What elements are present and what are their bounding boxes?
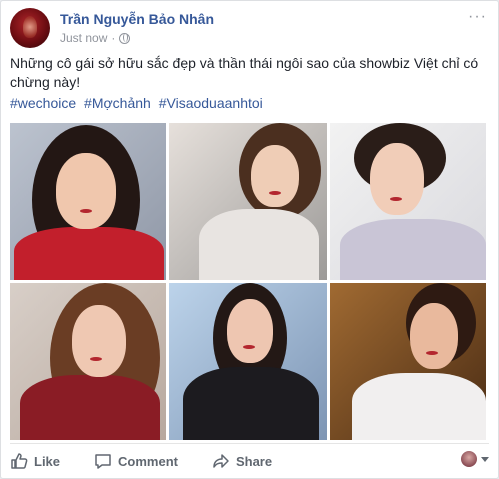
photo-tile[interactable] — [10, 283, 166, 440]
chevron-down-icon — [481, 456, 489, 462]
comment-button[interactable]: Comment — [94, 452, 178, 470]
share-button[interactable]: Share — [212, 452, 272, 470]
hashtag-link[interactable]: #Mợchảnh — [84, 95, 151, 111]
action-bar: Like Comment Share — [10, 448, 489, 474]
action-divider — [10, 443, 489, 444]
photo-tile[interactable] — [10, 123, 166, 280]
more-options-icon[interactable]: ··· — [468, 8, 487, 26]
photo-tile[interactable] — [169, 123, 327, 280]
share-arrow-icon — [213, 454, 229, 468]
post-as-selector[interactable] — [461, 451, 489, 467]
user-avatar — [461, 451, 477, 467]
share-label: Share — [235, 453, 273, 469]
like-label: Like — [34, 453, 61, 469]
thumbs-up-icon — [11, 453, 28, 469]
post-timestamp[interactable]: Just now — [60, 31, 107, 45]
hashtag-link[interactable]: #Visaoduaanhtoi — [159, 95, 263, 111]
post-meta: Just now · — [60, 31, 131, 45]
post-header: Trần Nguyễn Bảo Nhân Just now · ··· — [10, 8, 489, 50]
photo-grid — [10, 123, 488, 441]
post-text: Những cô gái sở hữu sắc đẹp và thần thái… — [10, 55, 479, 90]
photo-tile[interactable] — [330, 123, 486, 280]
author-name[interactable]: Trần Nguyễn Bảo Nhân — [60, 11, 214, 27]
hashtag-list: #wechoice #Mợchảnh #Visaoduaanhtoi — [10, 94, 267, 113]
like-button[interactable]: Like — [10, 452, 60, 470]
comment-icon — [95, 454, 111, 469]
globe-icon[interactable] — [119, 32, 131, 44]
dot-separator: · — [111, 31, 116, 45]
hashtag-link[interactable]: #wechoice — [10, 95, 76, 111]
post-card: Trần Nguyễn Bảo Nhân Just now · ··· Nhữn… — [0, 0, 499, 479]
photo-tile[interactable] — [330, 283, 486, 440]
photo-tile[interactable] — [169, 283, 327, 440]
author-avatar[interactable] — [10, 8, 50, 48]
comment-label: Comment — [118, 453, 178, 469]
